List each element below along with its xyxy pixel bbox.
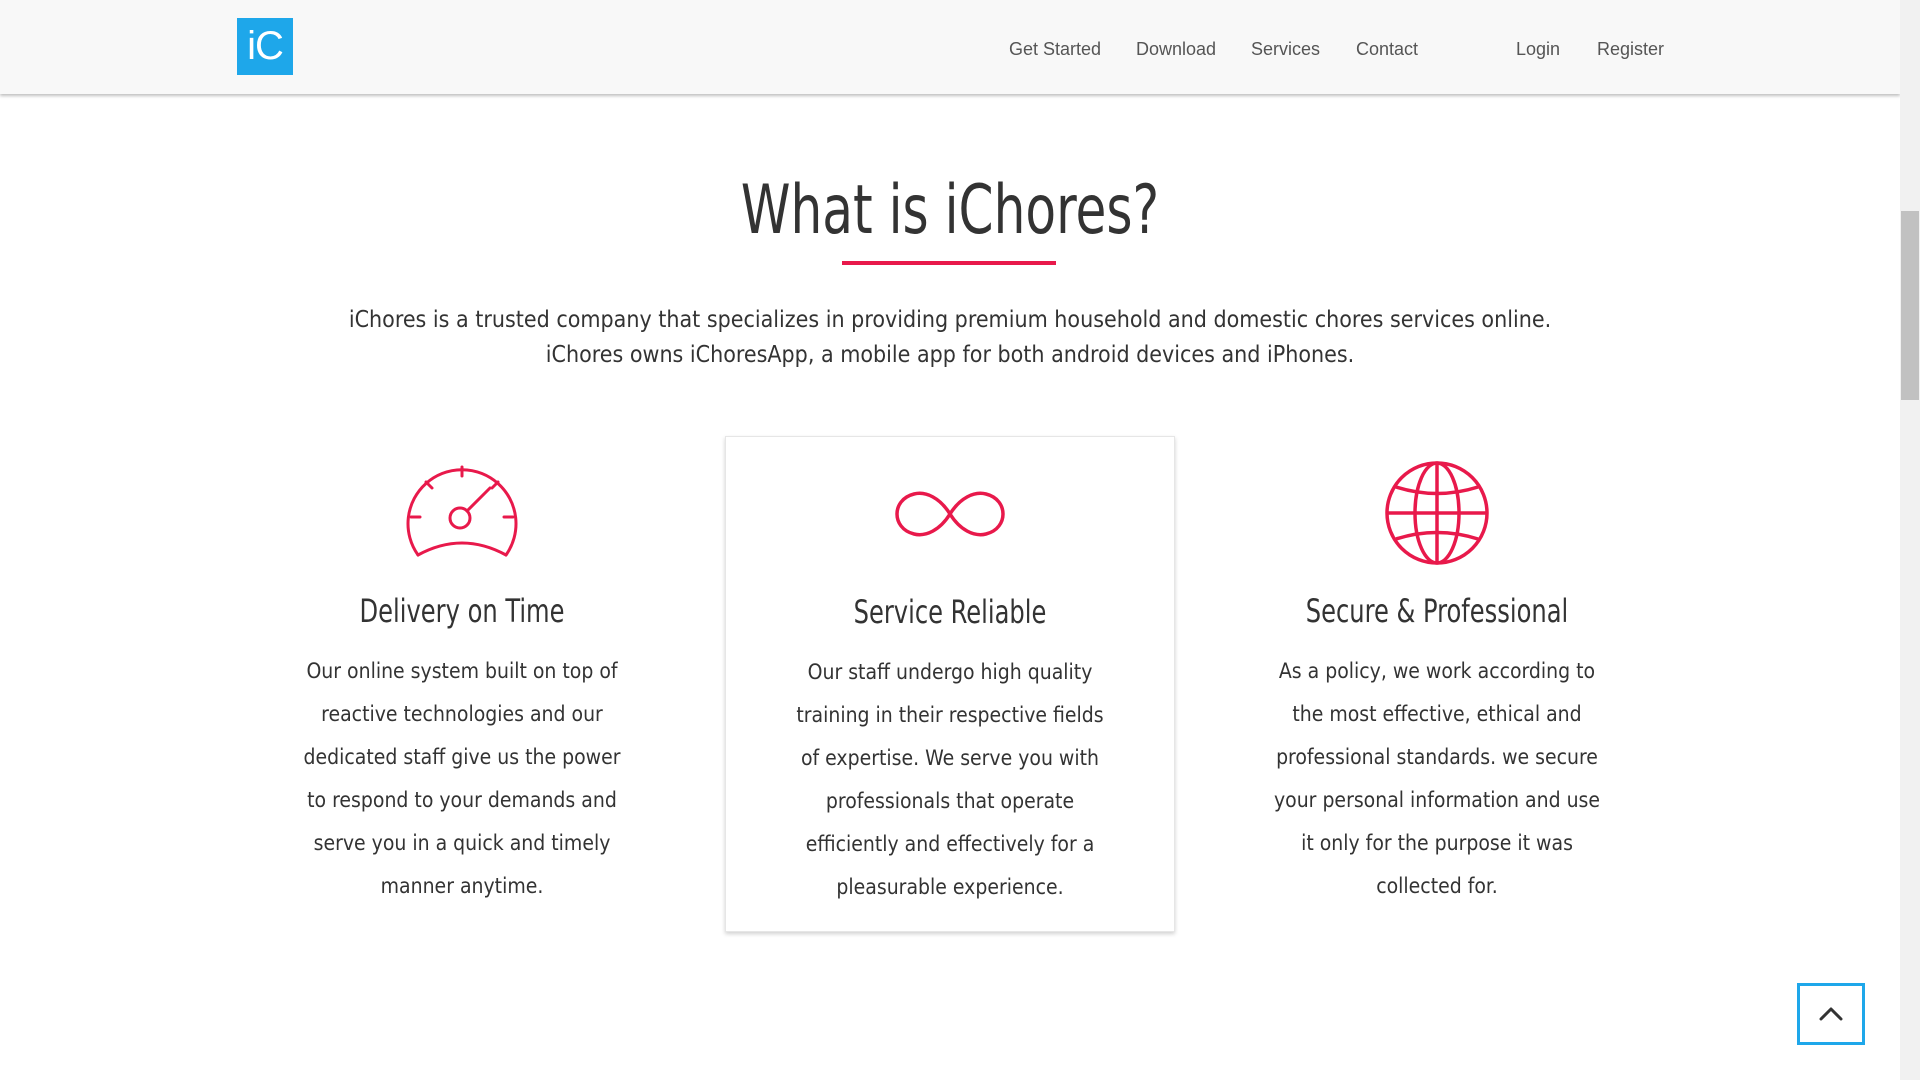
page-scrollbar[interactable] bbox=[1900, 0, 1920, 1080]
feature-delivery-on-time: Delivery on Time Our online system built… bbox=[237, 436, 687, 932]
scrollbar-thumb[interactable] bbox=[1901, 211, 1919, 400]
register-link[interactable]: Register bbox=[1597, 38, 1664, 60]
nav-download-link[interactable]: Download bbox=[1136, 38, 1216, 60]
feature-title: Delivery on Time bbox=[359, 592, 565, 630]
feature-service-reliable: Service Reliable Our staff undergo high … bbox=[725, 436, 1175, 932]
back-to-top-button[interactable] bbox=[1797, 983, 1865, 1045]
chevron-up-icon bbox=[1819, 1007, 1843, 1021]
feature-description: As a policy, we work according to the mo… bbox=[1273, 659, 1601, 898]
title-underline bbox=[842, 261, 1056, 265]
brand-logo[interactable]: iC bbox=[237, 18, 293, 75]
intro-line-1: iChores is a trusted company that specia… bbox=[348, 307, 1552, 333]
speedometer-icon bbox=[237, 458, 687, 568]
intro-text: iChores is a trusted company that specia… bbox=[0, 303, 1900, 373]
section-title: What is iChores? bbox=[740, 171, 1160, 250]
feature-description: Our online system built on top of reacti… bbox=[303, 659, 621, 898]
intro-line-2: iChores owns iChoresApp, a mobile app fo… bbox=[545, 342, 1355, 368]
feature-description: Our staff undergo high quality training … bbox=[796, 660, 1104, 899]
feature-title: Secure & Professional bbox=[1305, 592, 1569, 630]
nav-contact-link[interactable]: Contact bbox=[1356, 38, 1418, 60]
feature-secure-professional: Secure & Professional As a policy, we wo… bbox=[1212, 436, 1662, 932]
top-navbar: iC Get Started Download Services Contact… bbox=[0, 0, 1900, 94]
nav-services-link[interactable]: Services bbox=[1251, 38, 1320, 60]
nav-get-started-link[interactable]: Get Started bbox=[1009, 38, 1101, 60]
feature-title: Service Reliable bbox=[853, 593, 1047, 631]
login-link[interactable]: Login bbox=[1516, 38, 1560, 60]
globe-icon bbox=[1212, 458, 1662, 568]
infinity-icon bbox=[726, 459, 1174, 569]
